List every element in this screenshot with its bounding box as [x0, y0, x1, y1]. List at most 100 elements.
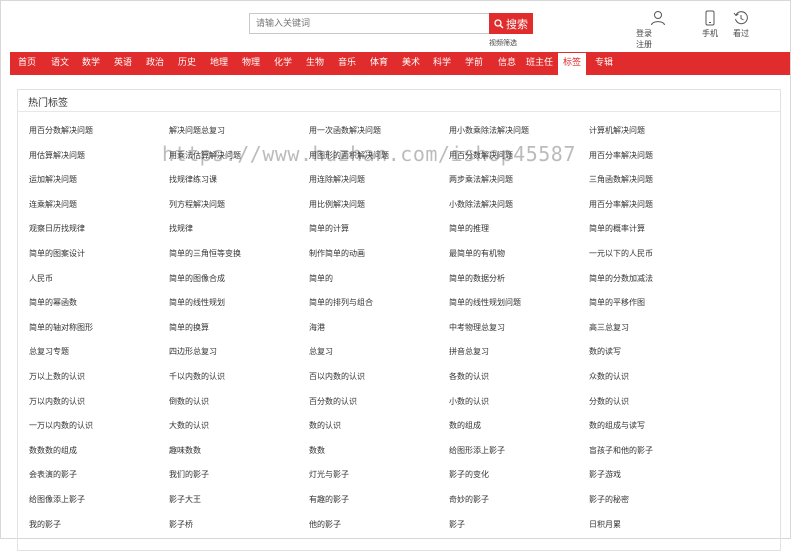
tag-link[interactable]: 简单的排列与组合: [309, 297, 373, 309]
tag-link[interactable]: 灯光与影子: [309, 469, 349, 481]
tag-link[interactable]: 一元以下的人民币: [589, 248, 653, 260]
tag-link[interactable]: 用百分数解决问题: [449, 150, 513, 162]
nav-item-biology[interactable]: 生物: [306, 52, 324, 75]
tag-link[interactable]: 小数除法解决问题: [449, 199, 513, 211]
tag-link[interactable]: 计算机解决问题: [589, 125, 645, 137]
nav-item-albums[interactable]: 专辑: [595, 52, 613, 75]
tag-link[interactable]: 他的影子: [309, 519, 341, 531]
tag-link[interactable]: 影子大王: [169, 494, 201, 506]
tag-link[interactable]: 高三总复习: [589, 322, 629, 334]
tag-link[interactable]: 日积月累: [589, 519, 621, 531]
tag-link[interactable]: 运加解决问题: [29, 174, 77, 186]
tag-link[interactable]: 用小数乘除法解决问题: [449, 125, 529, 137]
tag-link[interactable]: 用一次函数解决问题: [309, 125, 381, 137]
nav-item-physics[interactable]: 物理: [242, 52, 260, 75]
tag-link[interactable]: 数的认识: [309, 420, 341, 432]
tag-link[interactable]: 找规律: [169, 223, 193, 235]
tag-link[interactable]: 总复习: [309, 346, 333, 358]
video-filter-link[interactable]: 视频筛选: [489, 38, 517, 48]
tag-link[interactable]: 两步乘法解决问题: [449, 174, 513, 186]
tag-link[interactable]: 简单的平移作图: [589, 297, 645, 309]
tag-link[interactable]: 总复习专题: [29, 346, 69, 358]
tag-link[interactable]: 简单的推理: [449, 223, 489, 235]
tag-link[interactable]: 解决问题总复习: [169, 125, 225, 137]
tag-link[interactable]: 用图形的面积解决问题: [309, 150, 389, 162]
nav-item-class-teacher[interactable]: 班主任: [526, 52, 553, 75]
tag-link[interactable]: 会表演的影子: [29, 469, 77, 481]
nav-item-politics[interactable]: 政治: [146, 52, 164, 75]
tag-link[interactable]: 我们的影子: [169, 469, 209, 481]
tag-link[interactable]: 四边形总复习: [169, 346, 217, 358]
tag-link[interactable]: 简单的轴对称图形: [29, 322, 93, 334]
tag-link[interactable]: 各数的认识: [449, 371, 489, 383]
tag-link[interactable]: 用连除解决问题: [309, 174, 365, 186]
tag-link[interactable]: 百以内数的认识: [309, 371, 365, 383]
tag-link[interactable]: 简单的线性规划: [169, 297, 225, 309]
tag-link[interactable]: 简单的概率计算: [589, 223, 645, 235]
tag-link[interactable]: 影子: [449, 519, 465, 531]
tag-link[interactable]: 观察日历找规律: [29, 223, 85, 235]
tag-link[interactable]: 给图形添上影子: [449, 445, 505, 457]
tag-link[interactable]: 人民币: [29, 273, 53, 285]
nav-item-chemistry[interactable]: 化学: [274, 52, 292, 75]
tag-link[interactable]: 大数的认识: [169, 420, 209, 432]
nav-item-pe[interactable]: 体育: [370, 52, 388, 75]
tag-link[interactable]: 简单的幂函数: [29, 297, 77, 309]
tag-link[interactable]: 用比例解决问题: [309, 199, 365, 211]
tag-link[interactable]: 中考物理总复习: [449, 322, 505, 334]
tag-link[interactable]: 用百分率解决问题: [589, 150, 653, 162]
tag-link[interactable]: 数的组成: [449, 420, 481, 432]
login-register[interactable]: 登录 注册: [634, 10, 665, 50]
tag-link[interactable]: 最简单的有机物: [449, 248, 505, 260]
tag-link[interactable]: 给图像添上影子: [29, 494, 85, 506]
tag-link[interactable]: 数的读写: [589, 346, 621, 358]
tag-link[interactable]: 倒数的认识: [169, 396, 209, 408]
tag-link[interactable]: 简单的换算: [169, 322, 209, 334]
nav-item-history[interactable]: 历史: [178, 52, 196, 75]
tag-link[interactable]: 盲孩子和他的影子: [589, 445, 653, 457]
nav-item-home[interactable]: 首页: [18, 52, 36, 75]
tag-link[interactable]: 奇妙的影子: [449, 494, 489, 506]
tag-link[interactable]: 用估算解决问题: [29, 150, 85, 162]
nav-item-it[interactable]: 信息: [498, 52, 516, 75]
tag-link[interactable]: 三角函数解决问题: [589, 174, 653, 186]
nav-item-tags[interactable]: 标签: [558, 53, 587, 75]
history-link[interactable]: 看过: [731, 10, 751, 39]
tag-link[interactable]: 找规律练习课: [169, 174, 217, 186]
nav-item-geography[interactable]: 地理: [210, 52, 228, 75]
tag-link[interactable]: 我的影子: [29, 519, 61, 531]
tag-link[interactable]: 制作简单的动画: [309, 248, 365, 260]
tag-link[interactable]: 简单的图像合成: [169, 273, 225, 285]
tag-link[interactable]: 一万以内数的认识: [29, 420, 93, 432]
tag-link[interactable]: 众数的认识: [589, 371, 629, 383]
nav-item-science[interactable]: 科学: [433, 52, 451, 75]
nav-item-english[interactable]: 英语: [114, 52, 132, 75]
tag-link[interactable]: 万以上数的认识: [29, 371, 85, 383]
tag-link[interactable]: 万以内数的认识: [29, 396, 85, 408]
tag-link[interactable]: 影子的秘密: [589, 494, 629, 506]
tag-link[interactable]: 列方程解决问题: [169, 199, 225, 211]
tag-link[interactable]: 百分数的认识: [309, 396, 357, 408]
nav-item-math[interactable]: 数学: [82, 52, 100, 75]
tag-link[interactable]: 海港: [309, 322, 325, 334]
nav-item-art[interactable]: 美术: [402, 52, 420, 75]
tag-link[interactable]: 用乘法估算解决问题: [169, 150, 241, 162]
tag-link[interactable]: 简单的: [309, 273, 333, 285]
tag-link[interactable]: 分数的认识: [589, 396, 629, 408]
tag-link[interactable]: 简单的数据分析: [449, 273, 505, 285]
tag-link[interactable]: 影子桥: [169, 519, 193, 531]
nav-item-chinese[interactable]: 语文: [51, 52, 69, 75]
tag-link[interactable]: 简单的计算: [309, 223, 349, 235]
tag-link[interactable]: 连乘解决问题: [29, 199, 77, 211]
tag-link[interactable]: 简单的分数加减法: [589, 273, 653, 285]
tag-link[interactable]: 简单的三角恒等变换: [169, 248, 241, 260]
tag-link[interactable]: 用百分数解决问题: [29, 125, 93, 137]
tag-link[interactable]: 数数: [309, 445, 325, 457]
tag-link[interactable]: 简单的线性规划问题: [449, 297, 521, 309]
tag-link[interactable]: 千以内数的认识: [169, 371, 225, 383]
nav-item-music[interactable]: 音乐: [338, 52, 356, 75]
tag-link[interactable]: 趣味数数: [169, 445, 201, 457]
nav-item-preschool[interactable]: 学前: [465, 52, 483, 75]
tag-link[interactable]: 拼音总复习: [449, 346, 489, 358]
tag-link[interactable]: 用百分率解决问题: [589, 199, 653, 211]
